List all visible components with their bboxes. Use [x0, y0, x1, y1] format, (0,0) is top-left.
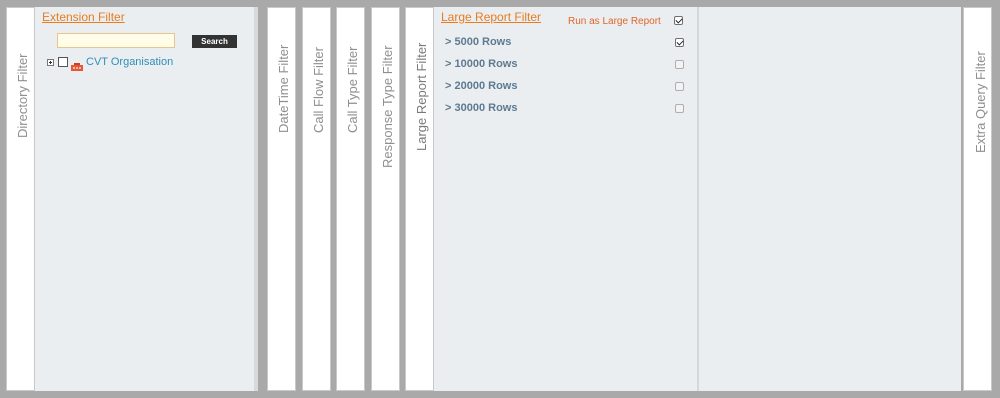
- tab-call-type-filter-label: Call Type Filter: [345, 46, 360, 133]
- empty-panel: [699, 7, 961, 391]
- expand-icon[interactable]: [47, 58, 54, 66]
- organisation-icon: [71, 58, 83, 71]
- rows-5000-checkbox[interactable]: [675, 38, 684, 47]
- tab-call-flow-filter[interactable]: Call Flow Filter: [302, 7, 331, 391]
- tab-datetime-filter-label: DateTime Filter: [276, 44, 291, 133]
- rows-5000-label: > 5000 Rows: [445, 36, 512, 48]
- run-as-large-report-label: Run as Large Report: [568, 16, 661, 27]
- extension-filter-title[interactable]: Extension Filter: [42, 10, 125, 24]
- tab-extra-query-filter[interactable]: Extra Query Filter: [963, 7, 992, 391]
- rows-20000-label: > 20000 Rows: [445, 80, 518, 92]
- rows-10000-label: > 10000 Rows: [445, 58, 518, 70]
- large-report-title[interactable]: Large Report Filter: [441, 10, 541, 24]
- tab-response-type-filter[interactable]: Response Type Filter: [371, 7, 400, 391]
- run-as-large-report-checkbox[interactable]: [674, 16, 683, 25]
- rows-10000-checkbox[interactable]: [675, 60, 684, 69]
- tab-response-type-filter-label: Response Type Filter: [380, 45, 395, 168]
- search-button[interactable]: Search: [192, 35, 237, 48]
- filter-workspace: Directory Filter Extension Filter Search…: [0, 0, 1000, 398]
- tab-call-type-filter[interactable]: Call Type Filter: [336, 7, 365, 391]
- rows-30000-label: > 30000 Rows: [445, 102, 518, 114]
- tab-directory-filter-label: Directory Filter: [15, 53, 30, 138]
- tree-item-cvt-organisation: CVT Organisation: [47, 55, 173, 71]
- rows-20000-checkbox[interactable]: [675, 82, 684, 91]
- tab-extra-query-filter-label: Extra Query Filter: [973, 51, 988, 153]
- tree-checkbox[interactable]: [58, 57, 68, 67]
- extension-search-input[interactable]: [57, 33, 175, 48]
- rows-30000-checkbox[interactable]: [675, 104, 684, 113]
- panel-divider: [254, 7, 258, 391]
- tab-datetime-filter[interactable]: DateTime Filter: [267, 7, 296, 391]
- tab-large-report-filter-label: Large Report Filter: [414, 42, 429, 151]
- tab-call-flow-filter-label: Call Flow Filter: [311, 47, 326, 133]
- tab-large-report-filter[interactable]: Large Report Filter: [405, 7, 434, 391]
- tab-directory-filter[interactable]: Directory Filter: [6, 7, 35, 391]
- tree-item-label[interactable]: CVT Organisation: [86, 56, 173, 68]
